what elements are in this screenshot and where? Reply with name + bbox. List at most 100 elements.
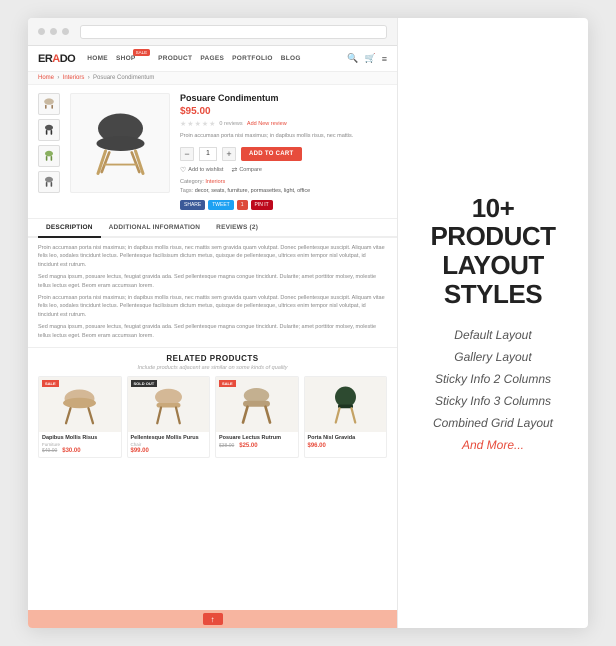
related-product-3-img: SALE <box>216 377 298 432</box>
related-product-2-price: $99.00 <box>131 448 149 454</box>
related-section: RELATED PRODUCTS Include products adjace… <box>28 348 397 610</box>
layout-sticky-3: Sticky Info 3 Columns <box>435 394 551 408</box>
add-to-cart-button[interactable]: ADD TO CART <box>241 147 302 161</box>
google-plus-button[interactable]: 1 <box>237 200 248 210</box>
related-product-2-info: Pellentesque Mollis Purus Chair $99.00 <box>128 432 210 457</box>
thumb-1[interactable] <box>38 93 60 115</box>
related-products-grid: SALE Dapibus Mollis Risus Fu <box>38 376 387 458</box>
facebook-share-button[interactable]: SHARE <box>180 200 205 210</box>
star-3: ★ <box>195 120 201 128</box>
related-title: RELATED PRODUCTS <box>38 354 387 363</box>
product-stars: ★ ★ ★ ★ ★ 0 reviews Add New review <box>180 120 387 128</box>
product-title: Posuare Condimentum <box>180 93 387 103</box>
star-1: ★ <box>180 120 186 128</box>
right-panel: 10+ PRODUCT LAYOUT STYLES Default Layout… <box>398 18 588 628</box>
related-product-1-old-price: $49.00 <box>42 448 57 454</box>
logo: ERADO <box>38 53 75 65</box>
nav-icons: 🔍 🛒 ≡ <box>347 53 387 64</box>
category-row: Category: Interiors <box>180 179 387 185</box>
compare-button[interactable]: Compare <box>231 166 262 174</box>
product-info: Posuare Condimentum $95.00 ★ ★ ★ ★ ★ 0 r… <box>180 93 387 210</box>
tab-description[interactable]: Description <box>38 219 101 238</box>
browser-dot-2 <box>50 28 57 35</box>
desc-para-2: Sed magna ipsum, posuare lectus, feugiat… <box>38 273 387 291</box>
pinterest-button[interactable]: PIN IT <box>251 200 273 210</box>
related-product-4-info: Porta Nisl Gravida $96.00 <box>305 432 387 452</box>
tab-reviews[interactable]: Reviews (2) <box>208 219 266 238</box>
page-content: ERADO HOME SHOP SALE PRODUCT PAGES PORTF… <box>28 46 397 628</box>
related-product-4-price-row: $96.00 <box>308 442 384 449</box>
nav-portfolio[interactable]: PORTFOLIO <box>232 55 273 62</box>
related-product-1-name: Dapibus Mollis Risus <box>42 435 118 442</box>
related-product-1[interactable]: SALE Dapibus Mollis Risus Fu <box>38 376 122 458</box>
layout-default: Default Layout <box>454 328 531 342</box>
layout-sticky-2: Sticky Info 2 Columns <box>435 372 551 386</box>
browser-url-bar <box>80 25 387 39</box>
related-product-4-price: $96.00 <box>308 443 326 449</box>
thumb-2[interactable] <box>38 119 60 141</box>
add-review-link[interactable]: Add New review <box>247 121 287 127</box>
related-product-4-img <box>305 377 387 432</box>
related-product-2[interactable]: SOLD OUT Pellentesque Mollis Purus <box>127 376 211 458</box>
search-icon[interactable]: 🔍 <box>347 53 358 64</box>
nav-home[interactable]: HOME <box>87 55 108 62</box>
nav-links: HOME SHOP SALE PRODUCT PAGES PORTFOLIO B… <box>87 55 335 62</box>
desc-para-4: Sed magna ipsum, posuare lectus, feugiat… <box>38 323 387 341</box>
related-product-1-info: Dapibus Mollis Risus Furniture $49.00 $3… <box>39 432 121 457</box>
cart-icon[interactable]: 🛒 <box>365 53 376 64</box>
layout-gallery: Gallery Layout <box>454 350 531 364</box>
sale-badge-3: SALE <box>219 380 236 387</box>
browser-dot-3 <box>62 28 69 35</box>
product-tabs: Description Additional Information Revie… <box>28 219 397 238</box>
tab-additional-info[interactable]: Additional Information <box>101 219 209 238</box>
qty-minus-button[interactable]: − <box>180 147 194 161</box>
qty-row: − 1 + ADD TO CART <box>180 147 387 161</box>
nav-product[interactable]: PRODUCT <box>158 55 192 62</box>
browser-bar <box>28 18 397 46</box>
scroll-up-button[interactable]: ↑ <box>203 613 223 625</box>
related-product-1-price-row: $49.00 $30.00 <box>42 447 118 454</box>
layout-and-more: And More... <box>462 438 524 452</box>
breadcrumb: Home › Interiors › Posuare Condimentum <box>28 72 397 85</box>
related-product-1-img: SALE <box>39 377 121 432</box>
related-product-1-price: $30.00 <box>62 448 80 454</box>
product-section: Posuare Condimentum $95.00 ★ ★ ★ ★ ★ 0 r… <box>28 85 397 219</box>
browser-mockup: ERADO HOME SHOP SALE PRODUCT PAGES PORTF… <box>28 18 398 628</box>
nav-blog[interactable]: BLOG <box>281 55 301 62</box>
related-product-3[interactable]: SALE Posuare Lectus Rutrum <box>215 376 299 458</box>
tags-value: decor, seats, furniture, pormasettes, li… <box>195 188 310 194</box>
wishlist-button[interactable]: Add to wishlist <box>180 166 223 174</box>
related-product-2-name: Pellentesque Mollis Purus <box>131 435 207 442</box>
footer-strip: ↑ <box>28 610 397 628</box>
product-desc: Proin accumsan porta nisi maximus; in da… <box>180 133 387 141</box>
breadcrumb-interiors[interactable]: Interiors <box>63 75 85 81</box>
related-product-3-price: $25.00 <box>239 443 257 449</box>
breadcrumb-home[interactable]: Home <box>38 75 54 81</box>
description-text: Proin accumsan porta nisi maximus; in da… <box>28 238 397 348</box>
layout-combined-grid: Combined Grid Layout <box>433 416 553 430</box>
nav-shop[interactable]: SHOP <box>116 55 136 62</box>
related-subtitle: Include products adjacent are similar on… <box>38 365 387 371</box>
twitter-share-button[interactable]: TWEET <box>208 200 234 210</box>
product-price: $95.00 <box>180 106 387 117</box>
nav-pages[interactable]: PAGES <box>200 55 224 62</box>
qty-value[interactable]: 1 <box>199 147 217 161</box>
desc-para-3: Proin accumsan porta nisi maximus; in da… <box>38 294 387 320</box>
related-product-2-price-row: $99.00 <box>131 447 207 454</box>
related-product-3-price-row: $38.00 $25.00 <box>219 442 295 449</box>
social-row: SHARE TWEET 1 PIN IT <box>180 200 387 210</box>
headline-text: 10+ PRODUCT LAYOUT STYLES <box>413 194 573 308</box>
thumb-4[interactable] <box>38 171 60 193</box>
related-product-2-img: SOLD OUT <box>128 377 210 432</box>
related-product-4[interactable]: Porta Nisl Gravida $96.00 <box>304 376 388 458</box>
qty-plus-button[interactable]: + <box>222 147 236 161</box>
thumb-3[interactable] <box>38 145 60 167</box>
browser-dot-1 <box>38 28 45 35</box>
product-thumbnails <box>38 93 60 210</box>
product-main-image <box>70 93 170 193</box>
menu-icon[interactable]: ≡ <box>382 54 387 64</box>
outer-wrapper: ERADO HOME SHOP SALE PRODUCT PAGES PORTF… <box>0 0 616 646</box>
layout-list: Default Layout Gallery Layout Sticky Inf… <box>433 328 553 452</box>
breadcrumb-current: Posuare Condimentum <box>93 75 154 81</box>
tags-row: Tags: decor, seats, furniture, pormasett… <box>180 188 387 194</box>
